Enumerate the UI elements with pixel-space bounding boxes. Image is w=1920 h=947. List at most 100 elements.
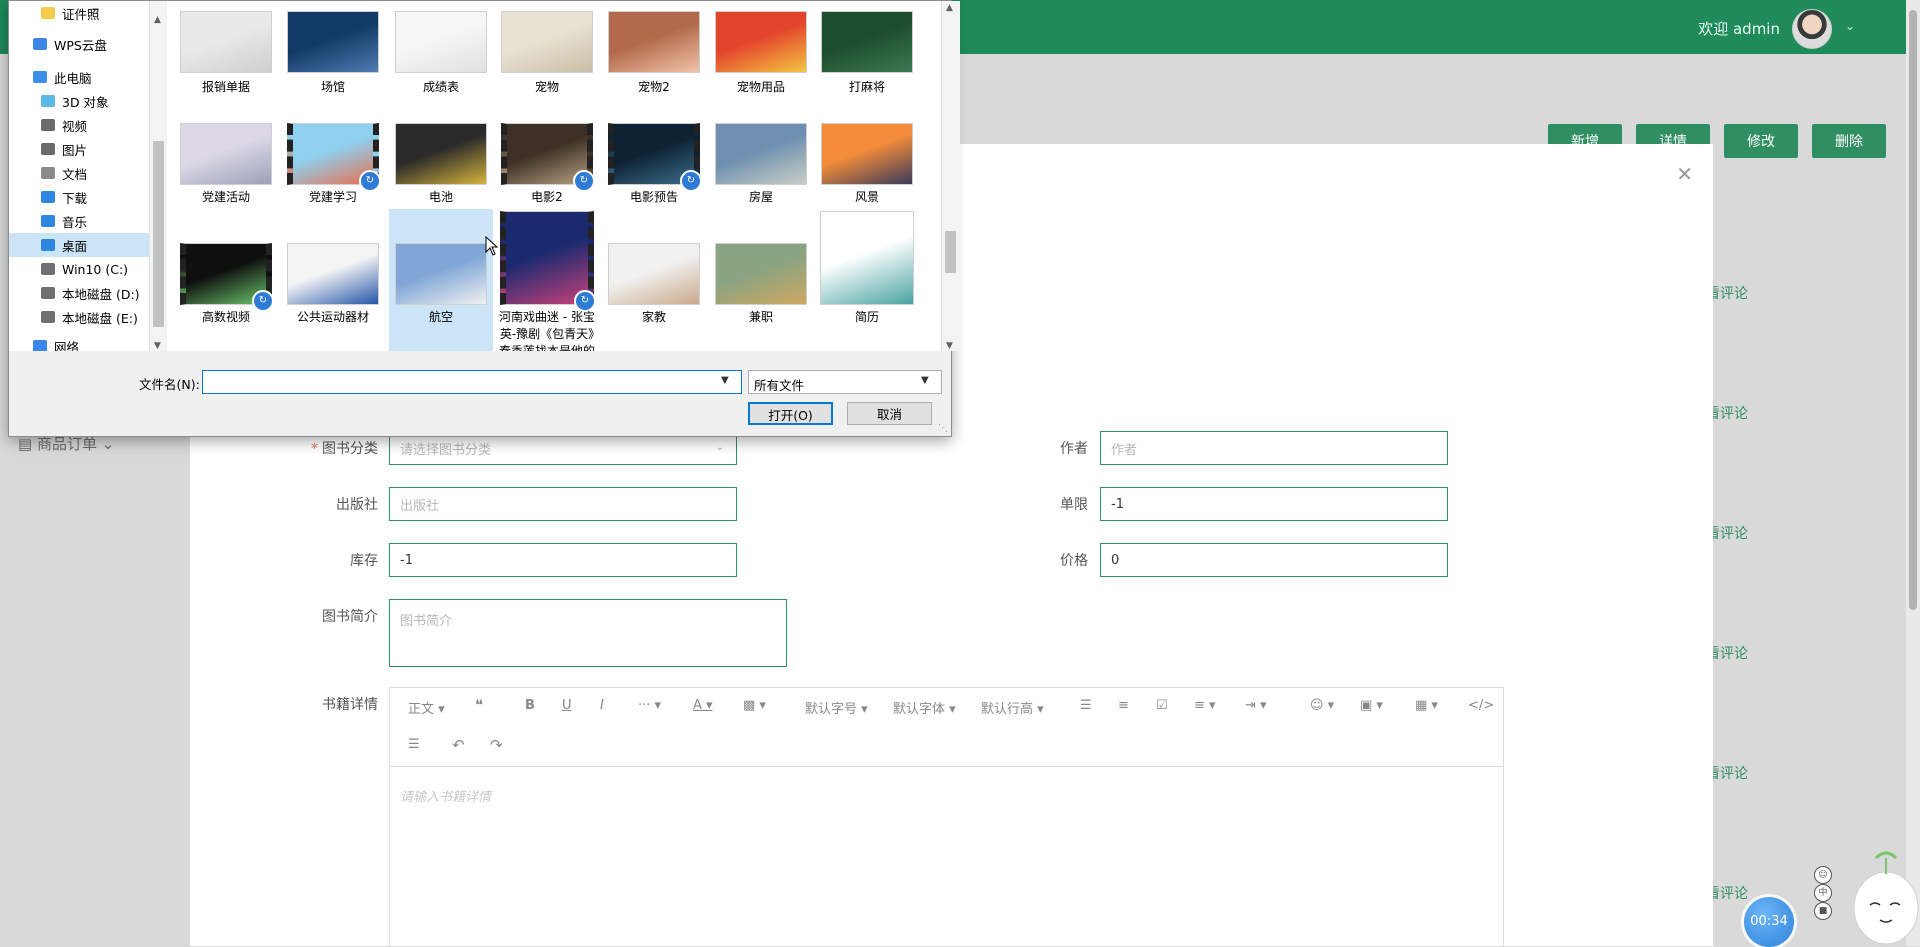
underline-icon[interactable]: U xyxy=(562,698,572,713)
nav-item[interactable]: 本地磁盘 (D:) xyxy=(9,281,149,305)
font-family-dropdown[interactable]: 默认字体 ▾ xyxy=(893,698,956,717)
chevron-down-icon[interactable]: ▼ xyxy=(921,375,929,386)
file-item[interactable]: 家教 xyxy=(602,209,706,351)
nav-item[interactable]: 下载 xyxy=(9,185,149,209)
nav-item[interactable]: 网络 xyxy=(9,334,149,351)
font-color-icon[interactable]: A ▾ xyxy=(693,698,713,713)
navigation-scrollbar[interactable]: ▲ ▼ xyxy=(149,1,168,351)
mascot-icon[interactable] xyxy=(1850,850,1920,946)
nav-item[interactable]: 音乐 xyxy=(9,209,149,233)
highlight-icon[interactable]: ▩ ▾ xyxy=(743,698,766,713)
limit-field[interactable]: -1 xyxy=(1100,487,1448,521)
file-item[interactable]: 宠物 xyxy=(495,1,599,94)
file-item[interactable]: 风景 xyxy=(815,89,919,204)
publisher-field[interactable]: 出版社 xyxy=(389,487,737,521)
divider-icon[interactable]: ☰ xyxy=(408,737,420,752)
file-thumbnail: ↻ xyxy=(608,123,702,192)
image-icon[interactable]: ▣ ▾ xyxy=(1360,698,1383,713)
nav-item[interactable]: WPS云盘 xyxy=(9,32,149,56)
file-item[interactable]: ↻ 电影预告 xyxy=(602,89,706,204)
navigation-pane: 证件照 WPS云盘 此电脑 3D 对象 视频 图片 文档 下载 音乐 桌面 Win10 (C:) 本地… xyxy=(9,1,149,351)
italic-icon[interactable]: I xyxy=(600,698,604,713)
filetype-select[interactable]: 所有文件 xyxy=(748,370,942,394)
picture-icon xyxy=(41,143,55,155)
nav-item[interactable]: 图片 xyxy=(9,137,149,161)
nav-item[interactable]: 此电脑 xyxy=(9,65,149,89)
edit-button[interactable]: 修改 xyxy=(1724,124,1798,158)
file-thumbnail xyxy=(287,243,379,305)
chinese-input-icon[interactable]: 中 xyxy=(1814,884,1832,902)
resize-grip-icon[interactable]: ⋱ xyxy=(938,423,948,434)
emoji-icon[interactable]: ☺ xyxy=(1814,866,1832,884)
quote-icon[interactable]: ❝ xyxy=(475,696,483,714)
file-item[interactable]: 场馆 xyxy=(281,1,385,94)
file-item[interactable]: ↻ 电影2 xyxy=(495,89,599,204)
file-list-scrollbar[interactable]: ▲ ▼ xyxy=(941,1,960,351)
chevron-down-icon: ⌄ xyxy=(715,442,724,453)
file-item[interactable]: ↻河南戏曲迷 - 张宝英-豫剧《包青天》秦香莲找本是他的结发妻 xyxy=(495,209,599,351)
timer-bubble[interactable]: 00:34 xyxy=(1744,897,1794,947)
nav-item[interactable]: 证件照 xyxy=(9,1,149,25)
file-item[interactable]: ↻ 党建学习 xyxy=(281,89,385,204)
nav-item[interactable]: Win10 (C:) xyxy=(9,257,149,281)
file-item[interactable]: 简历 xyxy=(815,209,919,351)
open-button[interactable]: 打开(O) xyxy=(748,402,833,425)
file-item[interactable]: 党建活动 xyxy=(174,89,278,204)
page-scrollbar[interactable] xyxy=(1906,0,1920,946)
font-size-dropdown[interactable]: 默认字号 ▾ xyxy=(805,698,868,717)
nav-item[interactable]: 文档 xyxy=(9,161,149,185)
scroll-down-icon[interactable]: ▼ xyxy=(154,341,161,351)
summary-label: 图书简介 xyxy=(322,609,378,625)
delete-button[interactable]: 删除 xyxy=(1812,124,1886,158)
cancel-button[interactable]: 取消 xyxy=(847,402,932,425)
file-item[interactable]: 公共运动器材 xyxy=(281,209,385,351)
file-item[interactable]: 航空 xyxy=(389,209,493,351)
shirt-icon[interactable]: ■ xyxy=(1814,902,1832,920)
nav-item[interactable]: 视频 xyxy=(9,113,149,137)
file-item[interactable]: 宠物用品 xyxy=(709,1,813,94)
file-item[interactable]: 打麻将 xyxy=(815,1,919,94)
file-item[interactable]: 房屋 xyxy=(709,89,813,204)
emoji-icon[interactable]: ☺ ▾ xyxy=(1310,698,1334,713)
stock-label: 库存 xyxy=(350,553,378,569)
todo-icon[interactable]: ☑ xyxy=(1156,698,1168,713)
file-item[interactable]: 报销单据 xyxy=(174,1,278,94)
file-item[interactable]: 兼职 xyxy=(709,209,813,351)
stock-field[interactable]: -1 xyxy=(389,543,737,577)
file-item[interactable]: 宠物2 xyxy=(602,1,706,94)
scroll-down-icon[interactable]: ▼ xyxy=(946,341,953,351)
chevron-down-icon[interactable]: ⌄ xyxy=(1845,19,1855,33)
bold-icon[interactable]: B xyxy=(525,698,535,713)
redo-icon[interactable]: ↷ xyxy=(490,736,503,754)
table-icon[interactable]: ▦ ▾ xyxy=(1415,698,1438,713)
file-item[interactable]: ↻ 高数视频 xyxy=(174,209,278,351)
line-height-dropdown[interactable]: 默认行高 ▾ xyxy=(981,698,1044,717)
undo-icon[interactable]: ↶ xyxy=(452,736,465,754)
file-thumbnail xyxy=(820,211,914,305)
align-icon[interactable]: ≡ ▾ xyxy=(1194,698,1216,713)
indent-icon[interactable]: ⇥ ▾ xyxy=(1245,698,1267,713)
file-item[interactable]: 成绩表 xyxy=(389,1,493,94)
author-field[interactable]: 作者 xyxy=(1100,431,1448,465)
rich-text-editor[interactable]: 正文 ▾ ❝ B U I ··· ▾ A ▾ ▩ ▾ 默认字号 ▾ 默认字体 ▾… xyxy=(389,687,1504,946)
paragraph-dropdown[interactable]: 正文 ▾ xyxy=(408,698,445,717)
close-icon[interactable]: ✕ xyxy=(1676,162,1693,186)
price-field[interactable]: 0 xyxy=(1100,543,1448,577)
more-style-icon[interactable]: ··· ▾ xyxy=(638,698,661,713)
nav-item[interactable]: 桌面 xyxy=(9,233,149,257)
nav-item[interactable]: 3D 对象 xyxy=(9,89,149,113)
bullet-list-icon[interactable]: ☰ xyxy=(1080,698,1092,713)
nav-item[interactable]: 本地磁盘 (E:) xyxy=(9,305,149,329)
file-item[interactable]: 电池 xyxy=(389,89,493,204)
file-name: 电影2 xyxy=(531,190,563,204)
scroll-up-icon[interactable]: ▲ xyxy=(154,15,161,25)
numbered-list-icon[interactable]: ≡ xyxy=(1118,698,1129,713)
user-avatar[interactable] xyxy=(1792,9,1832,49)
chevron-down-icon[interactable]: ▼ xyxy=(721,375,729,386)
music-icon xyxy=(41,215,55,227)
scroll-up-icon[interactable]: ▲ xyxy=(946,3,953,13)
summary-textarea[interactable]: 图书简介 xyxy=(389,599,787,667)
filename-input[interactable] xyxy=(202,370,742,394)
code-icon[interactable]: </> xyxy=(1468,698,1494,713)
sidebar-item-label: 商品订单 xyxy=(36,435,97,453)
